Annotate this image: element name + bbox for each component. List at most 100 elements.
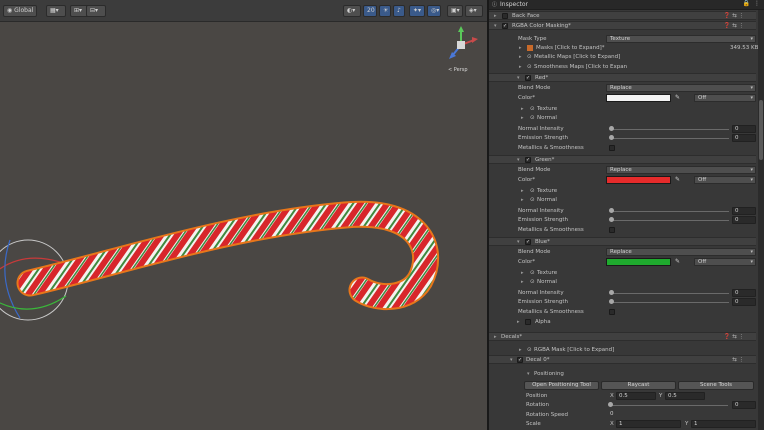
projection-label[interactable]: < Persp [448, 67, 468, 73]
candy-cane-model[interactable] [0, 0, 487, 430]
rgba-mask-row[interactable]: ▸ ⊙ RGBA Mask [Click to Expand] [489, 346, 756, 355]
color-channel-dropdown[interactable]: Off [694, 176, 756, 184]
decal-0-checkbox[interactable]: ✓ [517, 357, 523, 363]
component-menu-icons[interactable]: ❓ ⇆ ⋮ [724, 23, 744, 29]
mask-type-dropdown[interactable]: Texture [606, 35, 756, 43]
masks-row[interactable]: ▸ Masks [Click to Expand]* 349.53 KB [489, 44, 758, 53]
gizmos-button[interactable]: ◈▾ [465, 5, 483, 17]
eyedropper-icon[interactable]: ✎ [675, 94, 680, 101]
normal-intensity-handle[interactable] [609, 290, 614, 295]
eyedropper-icon[interactable]: ✎ [675, 176, 680, 183]
channel-header[interactable]: ▾ ✓ Blue* [489, 237, 756, 246]
inspector-scrollbar[interactable] [758, 10, 764, 430]
position-x-field[interactable]: 0.5 [616, 392, 656, 400]
texture-row[interactable]: ▸ ⊙ Texture [489, 105, 756, 114]
metallics-checkbox[interactable] [609, 309, 615, 315]
expand-arrow-icon[interactable]: ▸ [521, 270, 524, 276]
texture-row[interactable]: ▸ ⊙ Texture [489, 187, 756, 196]
normal-intensity-handle[interactable] [609, 126, 614, 131]
normal-intensity-slider[interactable] [611, 211, 729, 212]
normal-intensity-field[interactable]: 0 [732, 289, 756, 297]
channel-header[interactable]: ▾ ✓ Red* [489, 73, 756, 82]
expand-arrow-icon[interactable]: ▸ [519, 54, 522, 60]
emission-handle[interactable] [609, 135, 614, 140]
channel-checkbox[interactable]: ✓ [525, 157, 531, 163]
lighting-toggle[interactable]: ☀ [379, 5, 391, 17]
component-menu-icons[interactable]: ❓ ⇆ ⋮ [724, 334, 744, 340]
back-face-row[interactable]: ▸ Back Face ❓ ⇆ ⋮ [489, 11, 756, 20]
decals-row[interactable]: ▸ Decals* ❓ ⇆ ⋮ [489, 332, 756, 341]
color-channel-dropdown[interactable]: Off [694, 94, 756, 102]
open-positioning-tool-button[interactable]: Open Positioning Tool [524, 381, 599, 390]
2d-toggle[interactable]: 20 [363, 5, 377, 17]
normal-intensity-field[interactable]: 0 [732, 207, 756, 215]
scale-y-field[interactable]: 1 [691, 420, 756, 428]
decal-menu-icons[interactable]: ⇆ ⋮ [732, 357, 744, 363]
texture-row[interactable]: ▸ ⊙ Texture [489, 269, 756, 278]
rotation-slider-handle[interactable] [608, 402, 613, 407]
normal-intensity-field[interactable]: 0 [732, 125, 756, 133]
expand-arrow-icon[interactable]: ▾ [494, 23, 497, 29]
rgba-masking-checkbox[interactable]: ✓ [502, 23, 508, 29]
effects-toggle[interactable]: ✦▾ [409, 5, 425, 17]
draw-mode-button[interactable]: ◐▾ [343, 5, 361, 17]
position-y-field[interactable]: 0.5 [665, 392, 705, 400]
emission-handle[interactable] [609, 299, 614, 304]
emission-slider[interactable] [611, 302, 729, 303]
normal-intensity-slider[interactable] [611, 129, 729, 130]
eyedropper-icon[interactable]: ✎ [675, 258, 680, 265]
expand-arrow-icon[interactable]: ▸ [519, 45, 522, 51]
snap-grid-button[interactable]: ▦▾ [46, 5, 66, 17]
expand-arrow-icon[interactable]: ▸ [521, 106, 524, 112]
pivot-dropdown[interactable]: ◉ Global [3, 5, 37, 17]
inspector-tab[interactable]: ⓘ Inspector ⋮ 🔒 [489, 0, 764, 10]
rotation-field[interactable]: 0 [732, 401, 756, 409]
alpha-row[interactable]: ▸ Alpha [489, 318, 756, 327]
emission-field[interactable]: 0 [732, 134, 756, 142]
expand-arrow-icon[interactable]: ▾ [527, 371, 530, 377]
raycast-button[interactable]: Raycast [601, 381, 676, 390]
audio-toggle[interactable]: ♪ [393, 5, 405, 17]
orientation-gizmo[interactable] [449, 26, 478, 59]
metallic-maps-row[interactable]: ▸ ⊙ Metallic Maps [Click to Expand] [489, 53, 756, 62]
decal-0-row[interactable]: ▾ ✓ Decal 0* ⇆ ⋮ [489, 355, 756, 364]
normal-row[interactable]: ▸ ⊙ Normal [489, 196, 756, 205]
positioning-row[interactable]: ▾ Positioning [489, 370, 756, 379]
grid-visibility-button[interactable]: ⊟▾ [86, 5, 106, 17]
blend-mode-dropdown[interactable]: Replace [606, 84, 756, 92]
expand-arrow-icon[interactable]: ▸ [521, 115, 524, 121]
back-face-checkbox[interactable] [502, 13, 508, 19]
inspector-scrollbar-thumb[interactable] [759, 100, 763, 160]
blend-mode-dropdown[interactable]: Replace [606, 166, 756, 174]
component-menu-icons[interactable]: ❓ ⇆ ⋮ [724, 13, 744, 19]
visibility-toggle[interactable]: ◎▾ [427, 5, 441, 17]
rgba-color-masking-row[interactable]: ▾ ✓ RGBA Color Masking* ❓ ⇆ ⋮ [489, 21, 756, 30]
color-channel-dropdown[interactable]: Off [694, 258, 756, 266]
channel-header[interactable]: ▾ ✓ Green* [489, 155, 756, 164]
more-options-icon[interactable]: ⋮ [754, 0, 760, 7]
scene-view[interactable]: ◉ Global ▦▾ ⊞▾ ⊟▾ ◐▾ 20 ☀ ♪ ✦▾ ◎▾ ▣▾ ◈▾ … [0, 0, 487, 430]
expand-arrow-icon[interactable]: ▾ [517, 75, 520, 81]
collapse-arrow-icon[interactable]: ▸ [494, 13, 497, 19]
camera-settings-button[interactable]: ▣▾ [447, 5, 463, 17]
channel-checkbox[interactable]: ✓ [525, 75, 531, 81]
normal-row[interactable]: ▸ ⊙ Normal [489, 278, 756, 287]
channel-checkbox[interactable]: ✓ [525, 239, 531, 245]
color-swatch[interactable] [606, 94, 671, 102]
metallics-checkbox[interactable] [609, 145, 615, 151]
expand-arrow-icon[interactable]: ▸ [519, 64, 522, 70]
expand-arrow-icon[interactable]: ▸ [517, 319, 520, 325]
normal-row[interactable]: ▸ ⊙ Normal [489, 114, 756, 123]
emission-field[interactable]: 0 [732, 298, 756, 306]
blend-mode-dropdown[interactable]: Replace [606, 248, 756, 256]
expand-arrow-icon[interactable]: ▸ [521, 188, 524, 194]
emission-slider[interactable] [611, 220, 729, 221]
rotation-speed-field[interactable]: 0 [608, 411, 756, 419]
rotation-slider[interactable] [610, 405, 728, 406]
scene-tools-button[interactable]: Scene Tools [678, 381, 754, 390]
metallics-checkbox[interactable] [609, 227, 615, 233]
emission-field[interactable]: 0 [732, 216, 756, 224]
expand-arrow-icon[interactable]: ▸ [494, 334, 497, 340]
smoothness-maps-row[interactable]: ▸ ⊙ Smoothness Maps [Click to Expan [489, 63, 756, 72]
emission-slider[interactable] [611, 138, 729, 139]
